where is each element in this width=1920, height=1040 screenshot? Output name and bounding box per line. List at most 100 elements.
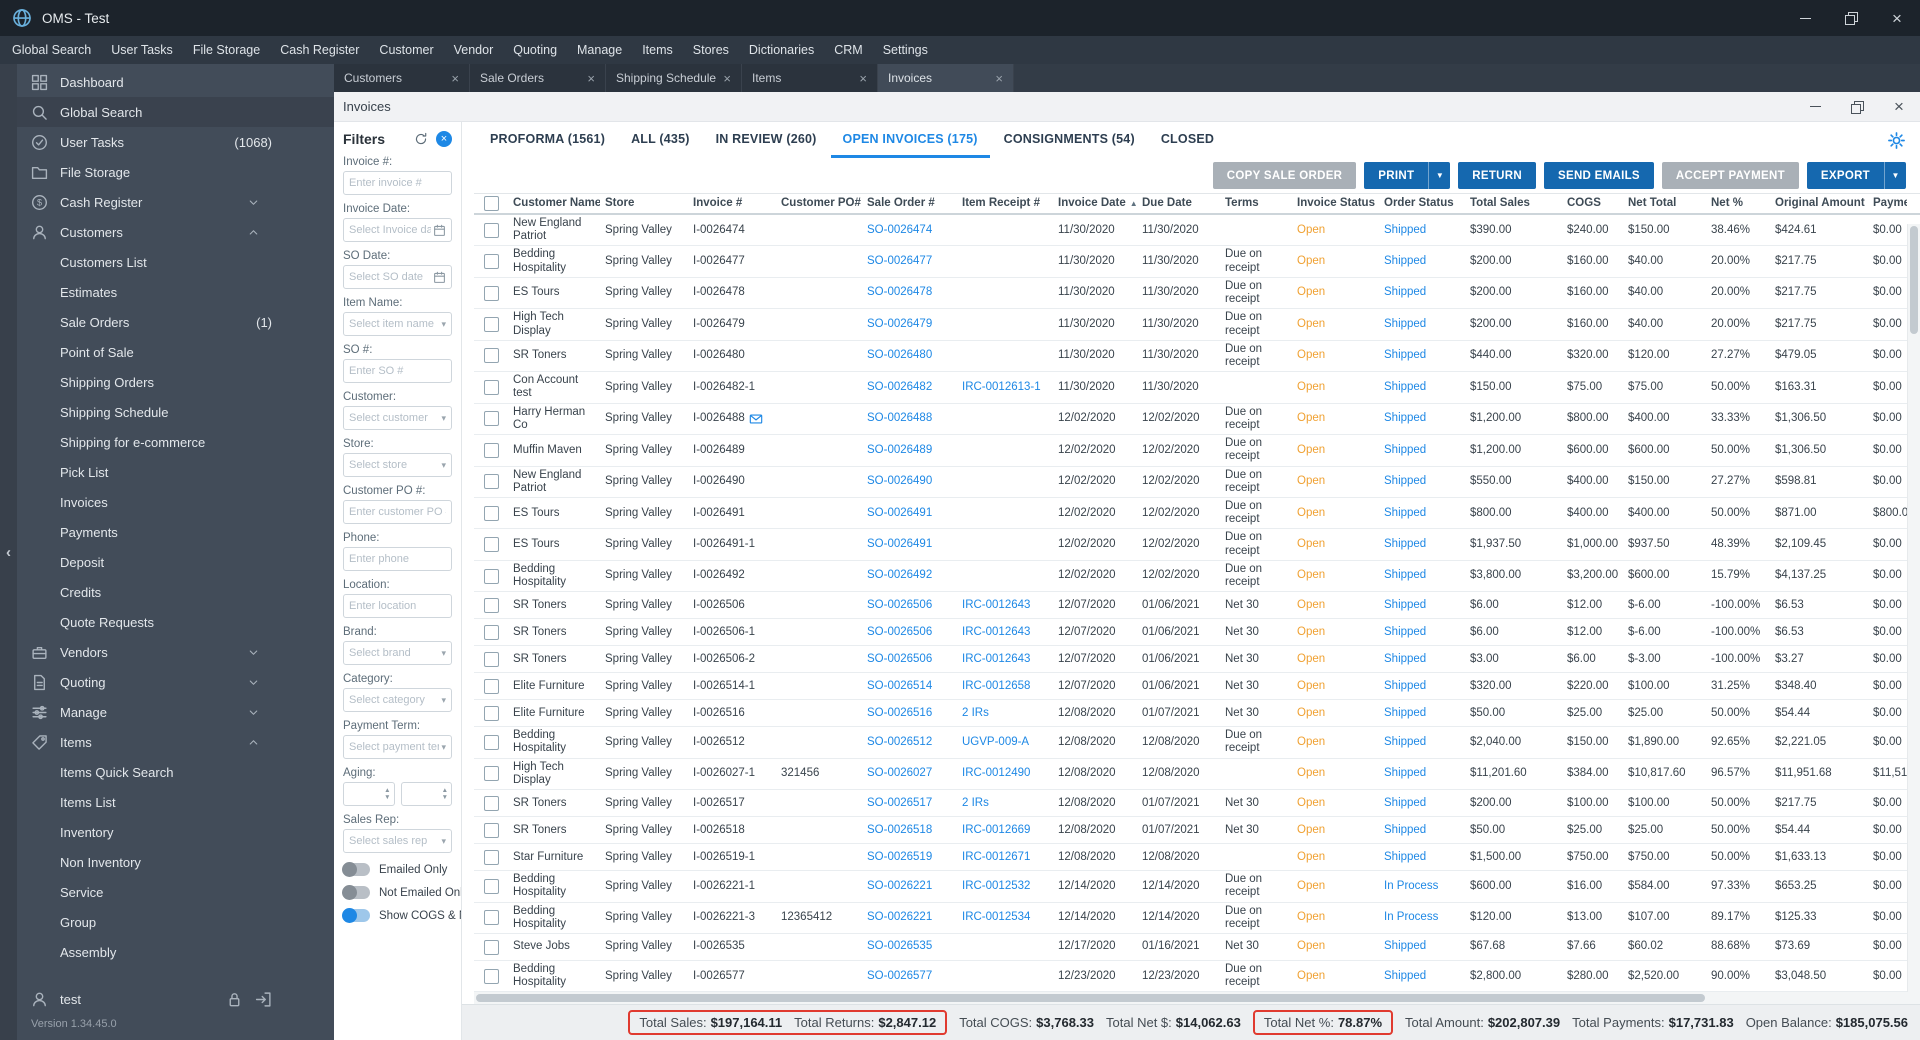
filter-category-select[interactable]: Select category ▾ [343, 688, 452, 712]
invoice-row[interactable]: High Tech Display Spring Valley I-0026479 S… [474, 309, 1907, 341]
item-receipt-link[interactable]: IRC-0012669 [962, 824, 1030, 837]
sale-order-link[interactable]: SO-0026490 [867, 475, 932, 488]
sale-order-link[interactable]: SO-0026491 [867, 507, 932, 520]
view-tab-consignments-54[interactable]: CONSIGNMENTS (54) [992, 122, 1147, 158]
aging-min-stepper[interactable]: ▲ ▼ [343, 782, 395, 806]
sale-order-link[interactable]: SO-0026519 [867, 851, 932, 864]
sidebar-item-inventory[interactable]: Inventory [17, 817, 334, 847]
export-dropdown-button[interactable]: ▼ [1884, 162, 1906, 189]
close-tab-icon[interactable]: × [995, 71, 1003, 86]
sale-order-link[interactable]: SO-0026516 [867, 707, 932, 720]
invoice-row[interactable]: Bedding Hospitality Spring Valley I-002647… [474, 246, 1907, 278]
invoice-row[interactable]: Harry Herman Co Spring Valley I-0026488 SO-… [474, 404, 1907, 436]
view-tab-proforma-1561[interactable]: PROFORMA (1561) [478, 122, 617, 158]
column-header-order-status[interactable]: Order Status [1379, 194, 1465, 213]
aging-max-stepper[interactable]: ▲ ▼ [400, 782, 452, 806]
invoice-row[interactable]: SR Toners Spring Valley I-0026506-2 SO-0026… [474, 646, 1907, 674]
sale-order-link[interactable]: SO-0026506 [867, 653, 932, 666]
invoice-row[interactable]: New England Patriot Spring Valley I-002649… [474, 467, 1907, 498]
view-tab-in-review-260[interactable]: IN REVIEW (260) [704, 122, 829, 158]
sale-order-link[interactable]: SO-0026221 [867, 911, 932, 924]
menu-item-global-search[interactable]: Global Search [2, 36, 101, 64]
sale-order-link[interactable]: SO-0026517 [867, 797, 932, 810]
invoice-row[interactable]: High Tech Display Spring Valley I-0026027-… [474, 759, 1907, 791]
document-tab-sale-orders[interactable]: Sale Orders × [470, 64, 606, 92]
column-header-customer-name[interactable]: Customer Name [508, 194, 600, 213]
sidebar-item-service[interactable]: Service [17, 877, 334, 907]
row-checkbox[interactable] [483, 568, 499, 584]
sidebar-item-user-tasks[interactable]: User Tasks (1068) [17, 127, 334, 157]
sidebar-item-non-inventory[interactable]: Non Inventory [17, 847, 334, 877]
invoice-row[interactable]: Bedding Hospitality Spring Valley I-002651… [474, 727, 1907, 759]
menu-item-vendor[interactable]: Vendor [444, 36, 504, 64]
close-tab-icon[interactable]: × [451, 71, 459, 86]
column-header-net-total[interactable]: Net Total [1623, 194, 1706, 213]
restore-button[interactable] [1828, 0, 1874, 36]
export-button[interactable]: EXPORT [1806, 162, 1884, 189]
item-receipt-link[interactable]: UGVP-009-A [962, 736, 1029, 749]
horizontal-scrollbar-thumb[interactable] [476, 994, 1706, 1002]
inner-minimize-button[interactable] [1794, 92, 1836, 121]
menu-item-user-tasks[interactable]: User Tasks [101, 36, 183, 64]
sale-order-link[interactable]: SO-0026514 [867, 680, 932, 693]
sidebar-item-items-list[interactable]: Items List [17, 787, 334, 817]
menu-item-manage[interactable]: Manage [567, 36, 632, 64]
sidebar-item-quote-requests[interactable]: Quote Requests [17, 607, 334, 637]
column-header-cogs[interactable]: COGS [1562, 194, 1623, 213]
sidebar-item-quoting[interactable]: Quoting [17, 667, 334, 697]
document-tab-invoices[interactable]: Invoices × [878, 64, 1014, 92]
sidebar-item-group[interactable]: Group [17, 907, 334, 937]
menu-item-crm[interactable]: CRM [824, 36, 872, 64]
inner-close-button[interactable]: × [1878, 92, 1920, 121]
sidebar-item-point-of-sale[interactable]: Point of Sale [17, 337, 334, 367]
item-receipt-link[interactable]: IRC-0012643 [962, 599, 1030, 612]
sidebar-item-customers-list[interactable]: Customers List [17, 247, 334, 277]
invoice-row[interactable]: SR Toners Spring Valley I-0026518 SO-002651… [474, 817, 1907, 845]
sidebar-item-shipping-for-e-commerce[interactable]: Shipping for e-commerce [17, 427, 334, 457]
menu-item-file-storage[interactable]: File Storage [183, 36, 270, 64]
column-header-original-amount[interactable]: Original Amount [1770, 194, 1868, 213]
filter-phone-input[interactable] [349, 553, 446, 565]
sidebar-item-customers[interactable]: Customers [17, 217, 334, 247]
show-cogs-net-toggle[interactable] [342, 908, 370, 923]
sale-order-link[interactable]: SO-0026477 [867, 255, 932, 268]
filter-brand-select[interactable]: Select brand ▾ [343, 641, 452, 665]
send-emails-button[interactable]: SEND EMAILS [1544, 162, 1654, 189]
sidebar-item-sale-orders[interactable]: Sale Orders (1) [17, 307, 334, 337]
row-checkbox[interactable] [483, 505, 499, 521]
sale-order-link[interactable]: SO-0026482 [867, 381, 932, 394]
document-tab-items[interactable]: Items × [742, 64, 878, 92]
column-header-net[interactable]: Net % [1706, 194, 1770, 213]
sale-order-link[interactable]: SO-0026221 [867, 880, 932, 893]
copy-sale-order-button[interactable]: COPY SALE ORDER [1212, 162, 1357, 189]
document-tab-customers[interactable]: Customers × [334, 64, 470, 92]
invoice-row[interactable]: Bedding Hospitality Spring Valley I-002622… [474, 871, 1907, 903]
invoice-row[interactable]: ES Tours Spring Valley I-0026491-1 SO-00264… [474, 529, 1907, 561]
invoice-row[interactable]: Bedding Hospitality Spring Valley I-002622… [474, 903, 1907, 934]
row-checkbox[interactable] [483, 624, 499, 640]
expander[interactable] [247, 196, 272, 209]
sidebar-collapse-strip[interactable]: ‹ [0, 64, 17, 1040]
table-settings-button[interactable] [1887, 122, 1906, 158]
menu-item-items[interactable]: Items [632, 36, 683, 64]
row-checkbox[interactable] [483, 442, 499, 458]
user-account-row[interactable]: test [17, 984, 334, 1014]
invoice-row[interactable]: Muffin Maven Spring Valley I-0026489 SO-002… [474, 435, 1907, 467]
sale-order-link[interactable]: SO-0026577 [867, 970, 932, 983]
filter-location-input[interactable] [349, 600, 446, 612]
item-receipt-link[interactable]: 2 IRs [962, 797, 989, 810]
row-checkbox[interactable] [483, 766, 499, 782]
refresh-filters-button[interactable] [414, 132, 428, 146]
filter-invoice-date-input[interactable]: Select Invoice date [343, 218, 452, 242]
sale-order-link[interactable]: SO-0026489 [867, 444, 932, 457]
invoice-row[interactable]: SR Toners Spring Valley I-0026517 SO-002651… [474, 790, 1907, 818]
column-header-terms[interactable]: Terms [1220, 194, 1292, 213]
row-checkbox[interactable] [483, 651, 499, 667]
filter-item-name-select[interactable]: Select item name ▾ [343, 312, 452, 336]
invoice-row[interactable]: Bedding Hospitality Spring Valley I-002657… [474, 961, 1907, 992]
filter-sales-rep-select[interactable]: Select sales rep ▾ [343, 829, 452, 853]
sidebar-item-pick-list[interactable]: Pick List [17, 457, 334, 487]
invoice-row[interactable]: Con Account test Spring Valley I-0026482-1… [474, 372, 1907, 404]
sidebar-item-manage[interactable]: Manage [17, 697, 334, 727]
invoice-row[interactable]: ES Tours Spring Valley I-0026491 SO-0026491… [474, 498, 1907, 530]
